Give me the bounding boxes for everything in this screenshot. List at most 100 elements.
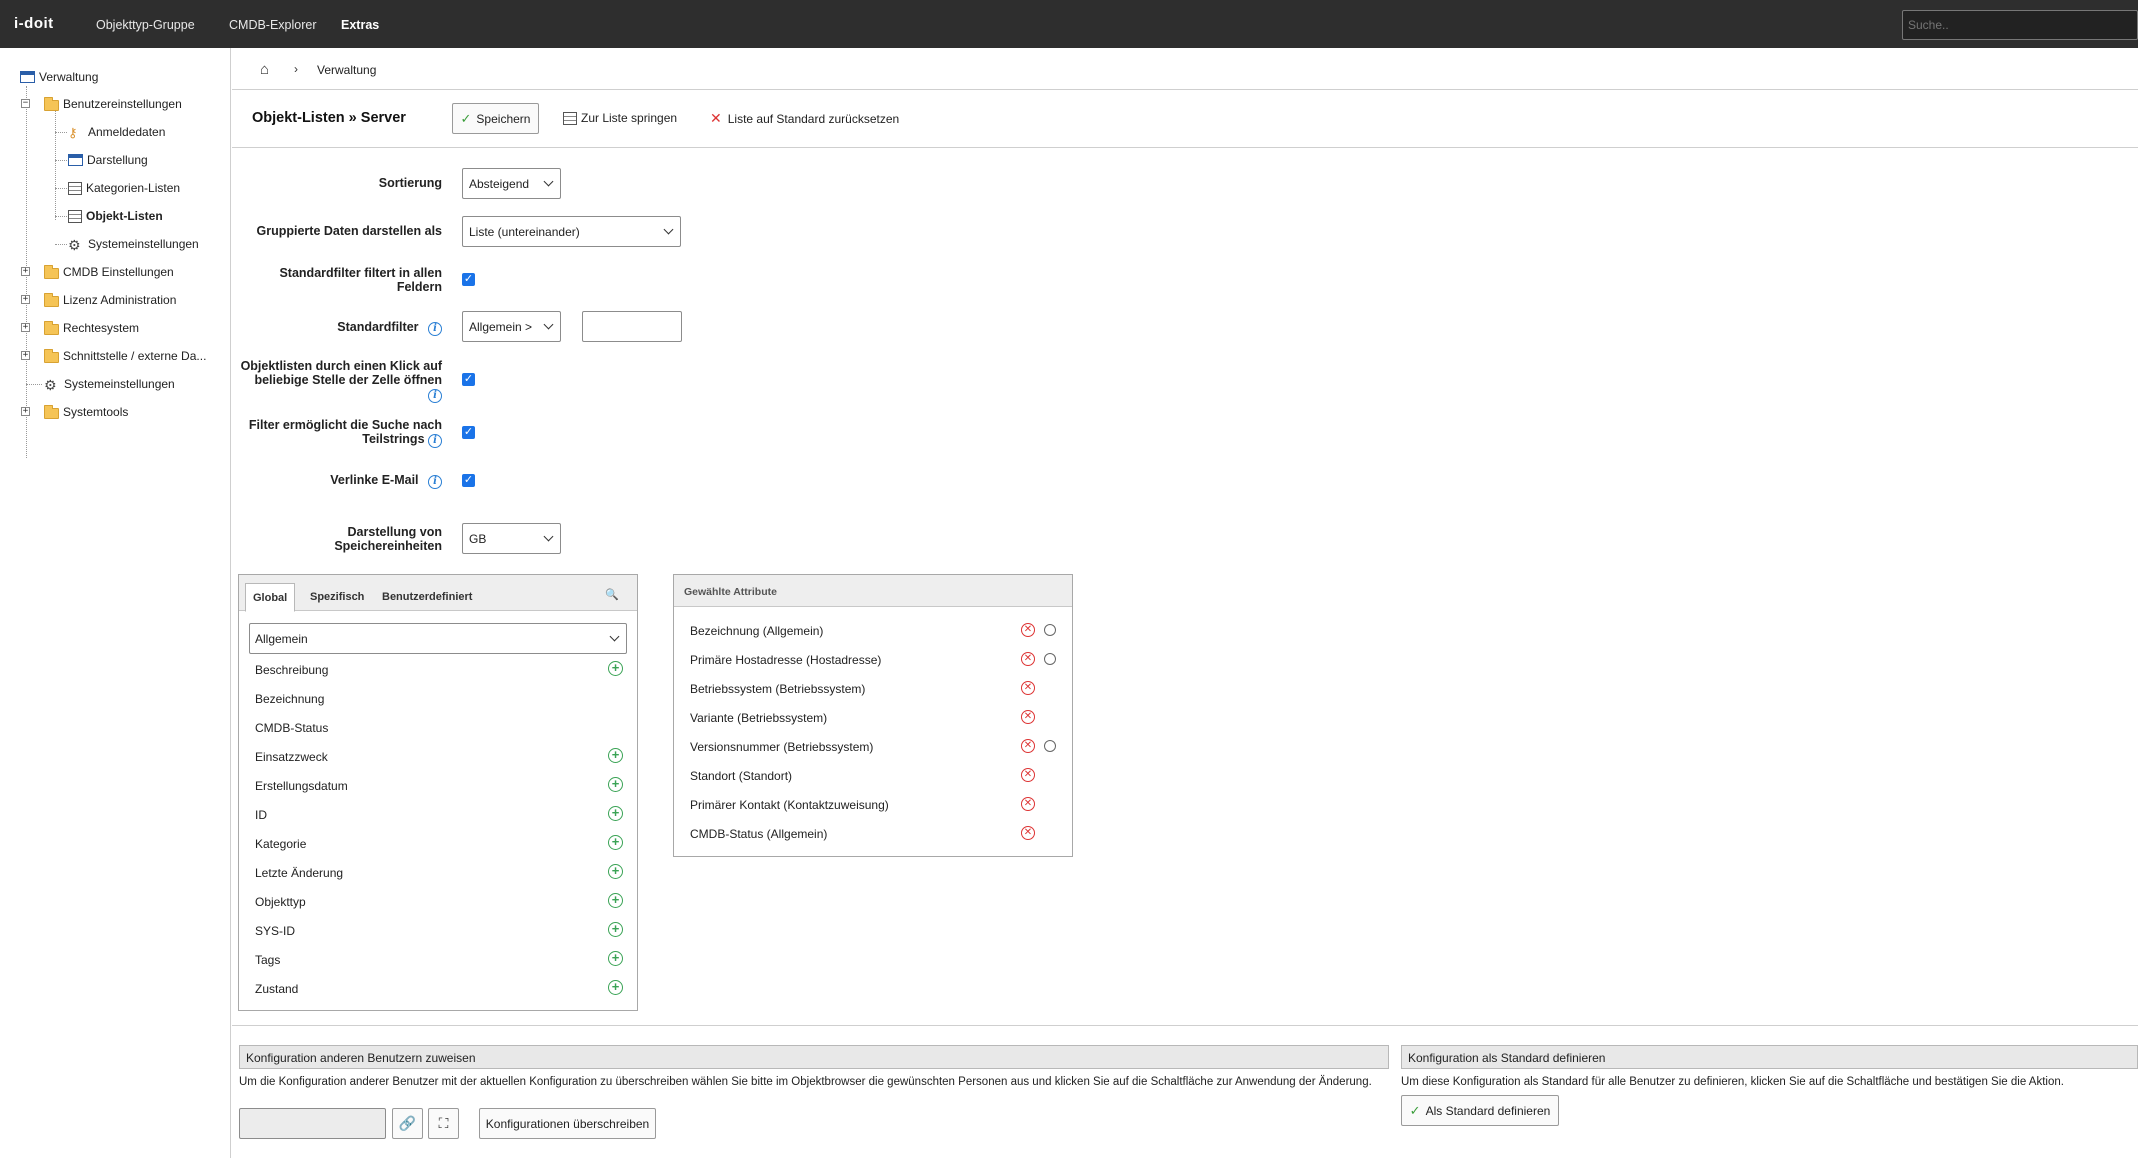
jump-to-list-button[interactable]: Zur Liste springen [563,111,677,125]
add-icon[interactable]: + [608,661,623,676]
info-icon[interactable]: i [428,434,442,448]
add-icon[interactable]: + [608,864,623,879]
sidebar-item-lizenz-administration[interactable]: Lizenz Administration [44,291,176,309]
category-select[interactable]: Allgemein [249,623,627,654]
sidebar-item-cmdb-einstellungen[interactable]: CMDB Einstellungen [44,263,174,281]
sidebar-item-objekt-listen[interactable]: Objekt-Listen [68,207,163,225]
list-item[interactable]: Beschreibung [255,663,328,677]
remove-icon[interactable]: ✕ [1021,739,1035,753]
expand-icon[interactable]: + [21,295,30,304]
nav-extras[interactable]: Extras [341,18,379,32]
sortierung-select[interactable]: Absteigend [462,168,561,199]
sidebar-item-rechtesystem[interactable]: Rechtesystem [44,319,139,337]
selected-item[interactable]: Betriebssystem (Betriebssystem) [690,682,865,696]
selected-item[interactable]: Bezeichnung (Allgemein) [690,624,823,638]
list-item[interactable]: ID [255,808,267,822]
list-item[interactable]: CMDB-Status [255,721,328,735]
save-button-label: Speichern [476,111,531,126]
search-icon[interactable]: 🔍 [605,588,619,601]
set-default-label: Als Standard definieren [1425,1103,1551,1118]
selected-item[interactable]: Standort (Standort) [690,769,792,783]
reset-list-button[interactable]: ✕ Liste auf Standard zurücksetzen [710,110,899,127]
sidebar-item-kategorien-listen[interactable]: Kategorien-Listen [68,179,180,197]
info-icon[interactable]: i [428,475,442,489]
link-icon[interactable]: 🔗 [392,1108,423,1139]
remove-icon[interactable]: ✕ [1021,797,1035,811]
selected-item[interactable]: Primäre Hostadresse (Hostadresse) [690,653,881,667]
sidebar-item-anmeldedaten[interactable]: ⚷ Anmeldedaten [68,123,165,141]
standardfilter-alle-checkbox[interactable]: ✓ [462,273,475,286]
list-item[interactable]: Erstellungsdatum [255,779,348,793]
info-icon[interactable]: i [428,389,442,403]
sidebar-item-darstellung[interactable]: Darstellung [68,151,148,169]
add-icon[interactable]: + [608,980,623,995]
remove-icon[interactable]: ✕ [1021,623,1035,637]
home-icon[interactable]: ⌂ [260,61,269,78]
nav-objekttyp-gruppe[interactable]: Objekttyp-Gruppe [96,18,195,32]
selected-item[interactable]: Variante (Betriebssystem) [690,711,827,725]
selected-item[interactable]: Versionsnummer (Betriebssystem) [690,740,873,754]
add-icon[interactable]: + [608,806,623,821]
user-selection-field[interactable] [239,1108,386,1139]
selected-item[interactable]: CMDB-Status (Allgemein) [690,827,827,841]
remove-icon[interactable]: ✕ [1021,710,1035,724]
email-checkbox[interactable]: ✓ [462,474,475,487]
sidebar-item-systemeinstellungen-user[interactable]: ⚙ Systemeinstellungen [68,235,199,253]
standardfilter-value-input[interactable] [582,311,682,342]
list-item[interactable]: Tags [255,953,280,967]
sort-radio[interactable] [1044,653,1056,665]
add-icon[interactable]: + [608,922,623,937]
sidebar-item-benutzereinstellungen[interactable]: Benutzereinstellungen [44,95,182,113]
search-input[interactable] [1902,10,2138,40]
sort-radio[interactable] [1044,624,1056,636]
tree-line [55,160,67,161]
expand-icon[interactable]: + [21,323,30,332]
standardfilter-label-text: Standardfilter [337,320,419,334]
speicher-select[interactable]: GB [462,523,561,554]
list-item[interactable]: Letzte Änderung [255,866,343,880]
list-item[interactable]: Kategorie [255,837,306,851]
remove-icon[interactable]: ✕ [1021,826,1035,840]
tab-spezifisch[interactable]: Spezifisch [310,591,364,603]
add-icon[interactable]: + [608,893,623,908]
tab-global[interactable]: Global [245,583,296,612]
sidebar-item-schnittstelle[interactable]: Schnittstelle / externe Da... [44,347,206,365]
gruppiert-select[interactable]: Liste (untereinander) [462,216,681,247]
info-icon[interactable]: i [428,322,442,336]
expand-icon[interactable]: + [21,351,30,360]
expand-icon[interactable]: + [21,267,30,276]
tree-root-verwaltung[interactable]: Verwaltung [20,68,98,86]
teilstrings-checkbox[interactable]: ✓ [462,426,475,439]
tab-benutzerdefiniert[interactable]: Benutzerdefiniert [382,591,472,603]
window-icon [68,154,83,166]
standardfilter-select[interactable]: Allgemein > [462,311,561,342]
folder-icon [44,320,59,335]
list-item[interactable]: Bezeichnung [255,692,324,706]
add-icon[interactable]: + [608,777,623,792]
chevron-right-icon: › [294,62,298,76]
breadcrumb-current[interactable]: Verwaltung [317,63,376,77]
nav-cmdb-explorer[interactable]: CMDB-Explorer [229,18,317,32]
add-icon[interactable]: + [608,748,623,763]
selected-item[interactable]: Primärer Kontakt (Kontaktzuweisung) [690,798,889,812]
sidebar-item-systemtools[interactable]: Systemtools [44,403,128,421]
expand-icon[interactable]: + [21,407,30,416]
klick-checkbox[interactable]: ✓ [462,373,475,386]
set-default-button[interactable]: ✓ Als Standard definieren [1401,1095,1559,1126]
list-item[interactable]: Objekttyp [255,895,306,909]
remove-icon[interactable]: ✕ [1021,681,1035,695]
collapse-icon[interactable]: − [21,99,30,108]
detach-icon[interactable]: ⛶ [428,1108,459,1139]
sort-radio[interactable] [1044,740,1056,752]
list-item[interactable]: Zustand [255,982,298,996]
save-button[interactable]: ✓ Speichern [452,103,539,134]
list-item[interactable]: SYS-ID [255,924,295,938]
sidebar-item-systemeinstellungen[interactable]: ⚙ Systemeinstellungen [44,375,175,393]
remove-icon[interactable]: ✕ [1021,652,1035,666]
remove-icon[interactable]: ✕ [1021,768,1035,782]
app-logo[interactable]: i-doit [14,15,54,32]
list-item[interactable]: Einsatzzweck [255,750,328,764]
add-icon[interactable]: + [608,951,623,966]
overwrite-configs-button[interactable]: Konfigurationen überschreiben [479,1108,656,1139]
add-icon[interactable]: + [608,835,623,850]
